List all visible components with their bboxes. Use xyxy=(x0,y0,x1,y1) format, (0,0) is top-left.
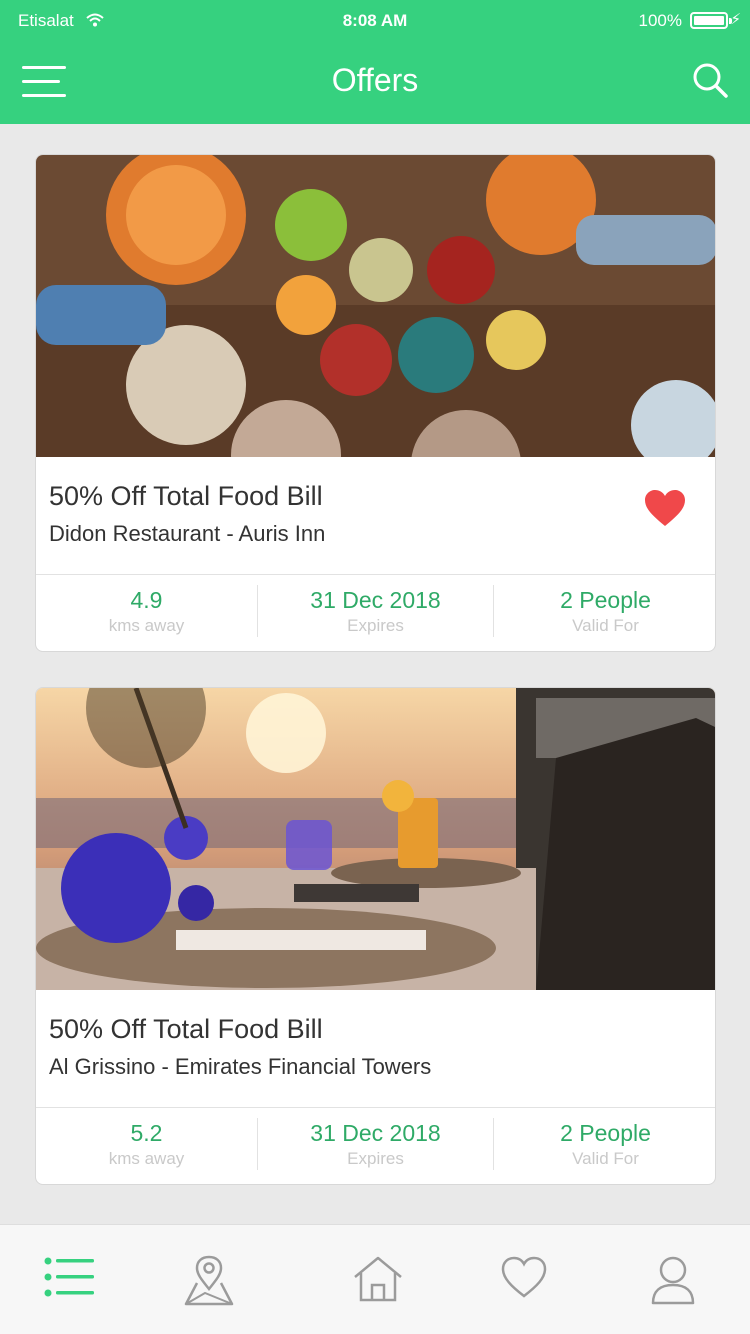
valid-stat: 2 People Valid For xyxy=(494,575,715,651)
expiry-label: Expires xyxy=(347,616,404,635)
list-icon xyxy=(44,1257,94,1297)
offer-image xyxy=(36,155,715,457)
tab-bar xyxy=(0,1224,750,1334)
valid-value: 2 People xyxy=(560,1120,651,1146)
expiry-stat: 31 Dec 2018 Expires xyxy=(258,1108,493,1184)
distance-stat: 5.2 kms away xyxy=(36,1108,257,1184)
distance-label: kms away xyxy=(108,1149,185,1168)
offer-card[interactable]: 50% Off Total Food Bill Al Grissino - Em… xyxy=(35,687,716,1185)
distance-value: 5.2 xyxy=(130,1120,163,1146)
valid-stat: 2 People Valid For xyxy=(494,1108,715,1184)
home-icon xyxy=(354,1256,402,1302)
app-header: Etisalat 8:08 AM 100% ⚡ Offers xyxy=(0,0,750,124)
tab-profile[interactable] xyxy=(643,1255,703,1309)
battery-icon xyxy=(690,12,732,29)
valid-value: 2 People xyxy=(560,587,651,613)
offer-title: 50% Off Total Food Bill xyxy=(49,481,323,511)
offer-title: 50% Off Total Food Bill xyxy=(49,1014,323,1044)
valid-label: Valid For xyxy=(572,616,639,635)
valid-label: Valid For xyxy=(572,1149,639,1168)
expiry-stat: 31 Dec 2018 Expires xyxy=(258,575,493,651)
map-pin-icon xyxy=(184,1255,234,1306)
offer-venue: Al Grissino - Emirates Financial Towers xyxy=(49,1054,432,1079)
expiry-value: 31 Dec 2018 xyxy=(310,1120,441,1146)
heart-icon xyxy=(501,1256,547,1298)
status-time: 8:08 AM xyxy=(342,11,408,30)
distance-value: 4.9 xyxy=(130,587,163,613)
page-title: Offers xyxy=(331,62,419,98)
favorite-heart-icon[interactable] xyxy=(643,488,687,528)
battery-percent: 100% xyxy=(638,11,682,30)
offer-image xyxy=(36,688,715,990)
tab-favorites[interactable] xyxy=(494,1255,554,1309)
offer-card[interactable]: 50% Off Total Food Bill Didon Restaurant… xyxy=(35,154,716,652)
offer-venue: Didon Restaurant - Auris Inn xyxy=(49,521,326,546)
status-bar: Etisalat 8:08 AM 100% ⚡ xyxy=(0,0,750,40)
tab-list[interactable] xyxy=(39,1255,99,1309)
distance-label: kms away xyxy=(108,616,185,635)
distance-stat: 4.9 kms away xyxy=(36,575,257,651)
expiry-value: 31 Dec 2018 xyxy=(310,587,441,613)
expiry-label: Expires xyxy=(347,1149,404,1168)
search-icon[interactable] xyxy=(690,60,730,100)
tab-home[interactable] xyxy=(348,1255,408,1309)
user-icon xyxy=(651,1256,695,1305)
tab-map[interactable] xyxy=(179,1255,239,1309)
charging-icon: ⚡ xyxy=(730,11,741,28)
